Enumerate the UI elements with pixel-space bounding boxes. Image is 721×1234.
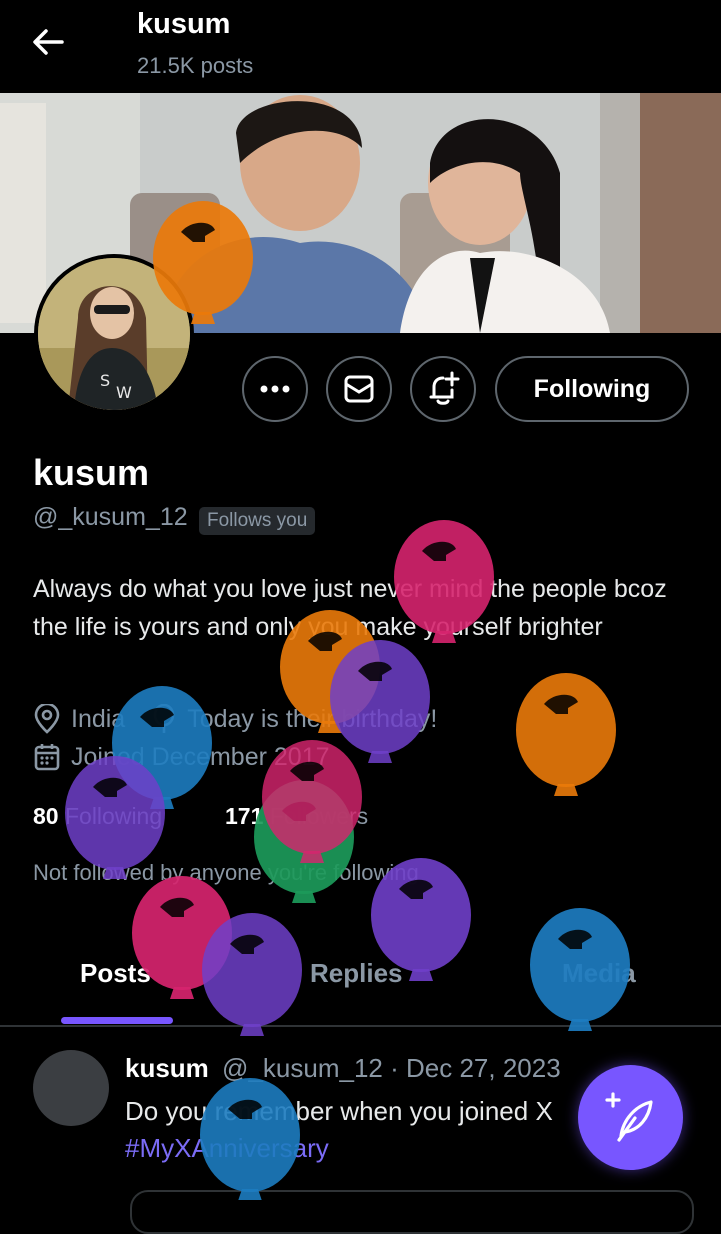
balloon-icon	[330, 640, 430, 763]
post-separator: ·	[390, 1053, 399, 1083]
post-media-card[interactable]	[130, 1190, 694, 1234]
header-title: kusum	[137, 8, 231, 40]
message-button[interactable]	[326, 356, 392, 422]
following-count: 80	[33, 803, 59, 829]
svg-text:W: W	[116, 383, 132, 402]
more-options-button[interactable]	[242, 356, 308, 422]
profile-bio: Always do what you love just never mind …	[33, 575, 667, 641]
back-arrow-icon	[33, 29, 64, 55]
tab-posts[interactable]: Posts	[80, 958, 151, 989]
header-post-count: 21.5K posts	[137, 53, 254, 78]
profile-handle: @_kusum_12	[33, 503, 188, 531]
post-text: Do you remember when you joined X	[125, 1096, 553, 1126]
profile-display-name: kusum	[33, 452, 150, 493]
feather-plus-icon	[604, 1091, 653, 1142]
notifications-button[interactable]	[410, 356, 476, 422]
balloon-icon	[153, 704, 175, 733]
following-button[interactable]: Following	[495, 356, 689, 422]
balloon-icon	[202, 913, 302, 1036]
mail-icon	[344, 375, 374, 403]
post-header: kusum @_kusum_12 · Dec 27, 2023	[125, 1053, 561, 1084]
location-pin-icon	[34, 704, 60, 734]
compose-post-button[interactable]	[578, 1065, 683, 1170]
tab-divider	[0, 1025, 721, 1027]
svg-text:S: S	[100, 371, 110, 390]
follows-you-badge: Follows you	[199, 507, 316, 535]
avatar-photo: S W	[38, 258, 190, 410]
not-followed-notice: Not followed by anyone you're following	[33, 860, 419, 885]
following-stat-link[interactable]: 80 Following	[33, 803, 162, 830]
followers-stat-link[interactable]: 171 Followers	[225, 803, 368, 830]
following-stat-label: Following	[64, 803, 163, 829]
tab-replies[interactable]: Replies	[310, 958, 403, 989]
tab-media[interactable]: Media	[562, 958, 636, 989]
post-author-handle: @_kusum_12	[222, 1053, 383, 1083]
balloon-icon	[516, 673, 616, 796]
profile-joined-date: Joined December 2017	[71, 742, 330, 771]
profile-birthday: Today is their birthday!	[187, 704, 438, 733]
followers-stat-label: Followers	[269, 803, 369, 829]
active-tab-indicator	[61, 1017, 173, 1024]
back-button[interactable]	[28, 22, 72, 62]
post-hashtag-link[interactable]: #MyXAnniversary	[125, 1133, 329, 1164]
post-date[interactable]: Dec 27, 2023	[406, 1053, 561, 1083]
followers-count: 171	[225, 803, 264, 829]
post-author-avatar[interactable]	[33, 1050, 109, 1126]
profile-avatar[interactable]: S W	[34, 254, 194, 414]
post-author-name[interactable]: kusum	[125, 1053, 209, 1083]
more-dots-icon	[260, 385, 290, 393]
bell-plus-icon	[429, 371, 460, 405]
profile-location: India	[71, 704, 126, 733]
profile-meta-row: Joined December 2017	[33, 742, 330, 772]
calendar-icon	[34, 744, 60, 771]
profile-meta-row: India Today is their birthday!	[33, 704, 437, 734]
